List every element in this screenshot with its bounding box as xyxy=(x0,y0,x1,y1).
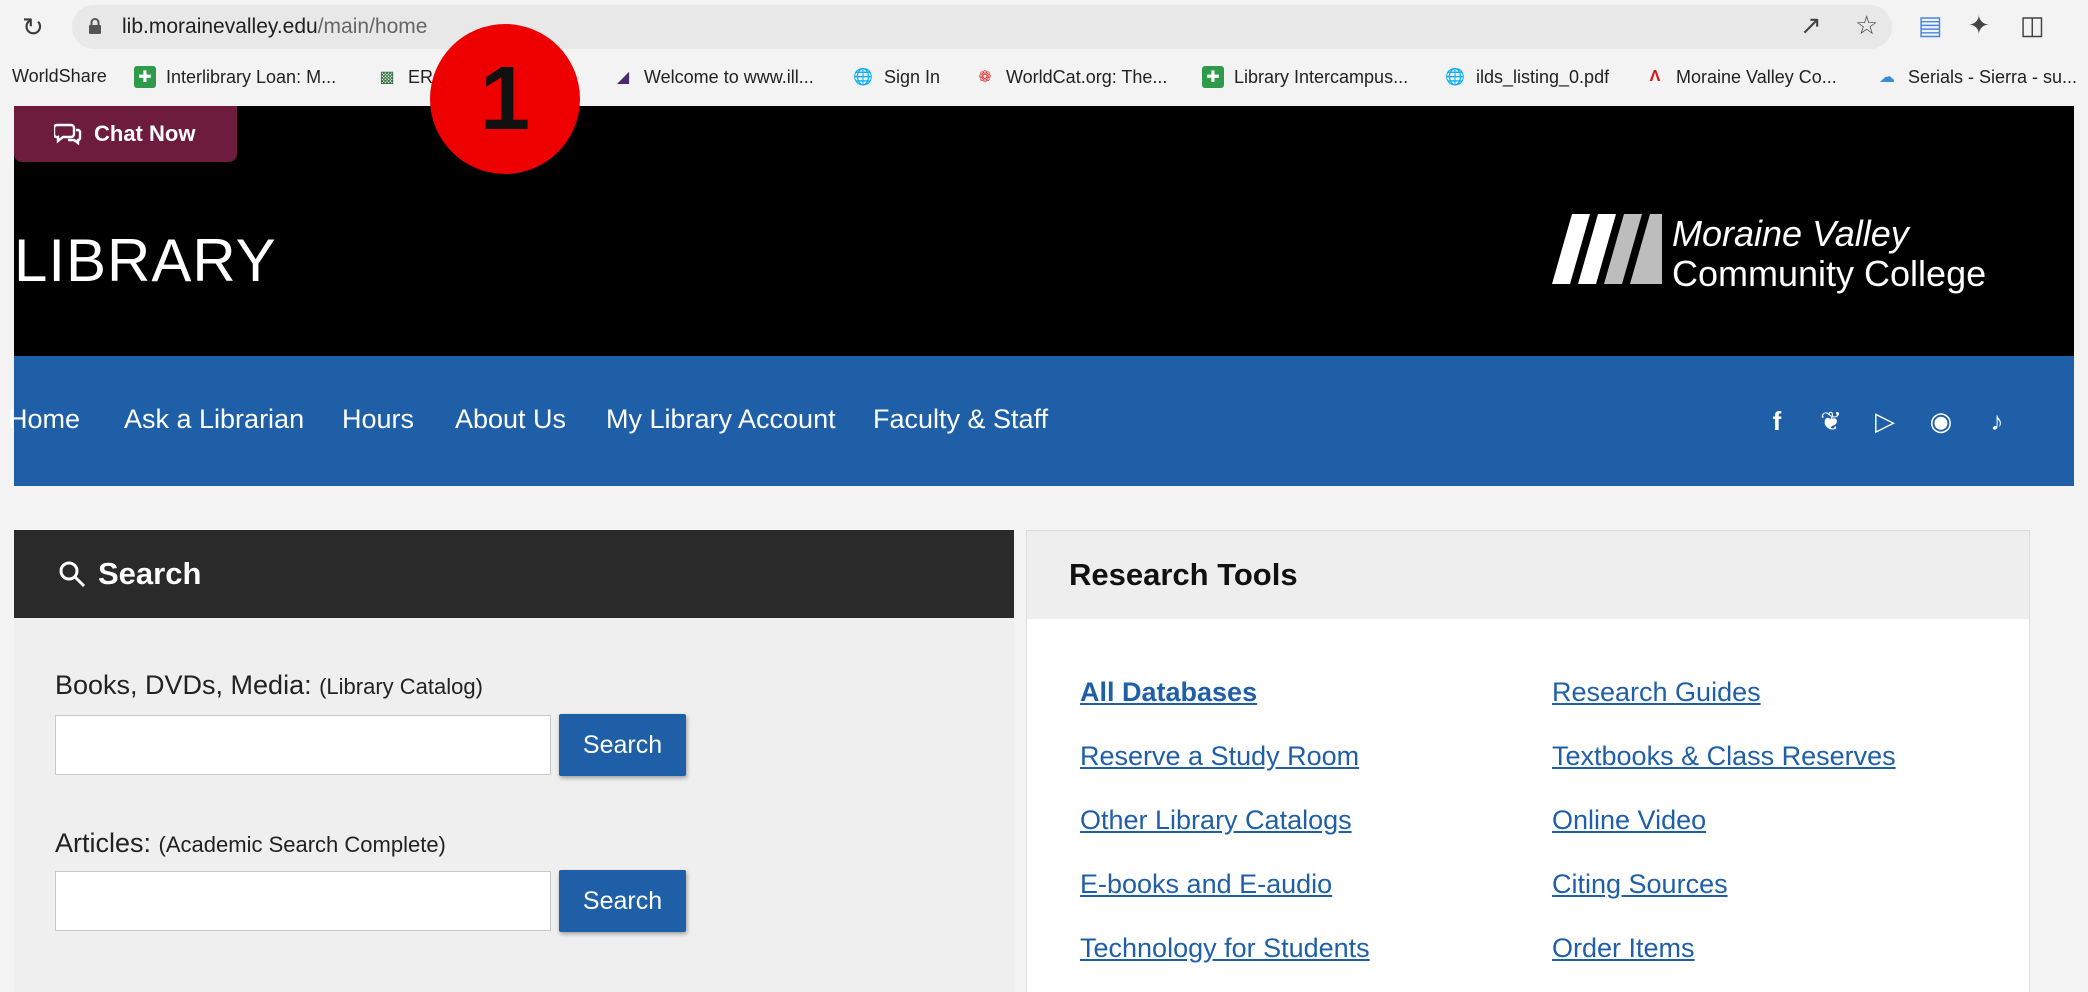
bookmarks-bar: WorldShare ✚ Interlibrary Loan: M... ▩ ER … xyxy=(0,58,2088,102)
document-icon[interactable]: ▤ xyxy=(1918,10,1943,41)
bookmark-erm[interactable]: ▩ ER xyxy=(376,66,433,88)
college-logo[interactable]: Moraine Valley Community College xyxy=(1552,214,2052,294)
research-tools-panel: Research Tools All Databases Reserve a S… xyxy=(1026,530,2030,992)
nav-hours[interactable]: Hours xyxy=(342,404,414,435)
articles-label-text: Articles: xyxy=(55,828,152,858)
facebook-icon[interactable]: f xyxy=(1762,406,1792,437)
cloud-icon: ☁ xyxy=(1879,69,1895,86)
worldcat-icon: ❁ xyxy=(978,69,992,86)
articles-label: Articles: (Academic Search Complete) xyxy=(55,828,446,859)
bookmark-label: Serials - Sierra - su... xyxy=(1908,66,2078,87)
link-order-items[interactable]: Order Items xyxy=(1552,933,1695,964)
search-heading-text: Search xyxy=(98,556,202,591)
bookmark-interlibrary-loan[interactable]: ✚ Interlibrary Loan: M... xyxy=(134,66,336,88)
url-field[interactable]: lib.morainevalley.edu/main/home xyxy=(72,5,1892,49)
bookmark-worldshare[interactable]: WorldShare xyxy=(12,66,107,87)
articles-search-input[interactable] xyxy=(55,871,551,931)
link-ebooks-eaudio[interactable]: E-books and E-audio xyxy=(1080,869,1332,900)
blocks-icon: ▩ xyxy=(379,69,395,86)
link-textbooks-class-reserves[interactable]: Textbooks & Class Reserves xyxy=(1552,741,1896,772)
nav-my-library-account[interactable]: My Library Account xyxy=(606,404,836,435)
nav-faculty-staff[interactable]: Faculty & Staff xyxy=(873,404,1048,435)
link-citing-sources[interactable]: Citing Sources xyxy=(1552,869,1728,900)
main-nav: Home Ask a Librarian Hours About Us My L… xyxy=(8,356,2074,486)
bookmark-label: ER xyxy=(408,66,434,87)
bookmark-welcome-ill[interactable]: ◢ Welcome to www.ill... xyxy=(612,66,814,88)
nav-home[interactable]: Home xyxy=(8,404,80,435)
nav-about-us[interactable]: About Us xyxy=(455,404,566,435)
globe-icon: 🌐 xyxy=(853,69,873,86)
bookmark-label: Library Intercampus... xyxy=(1234,66,1409,87)
reload-icon[interactable]: ↻ xyxy=(22,12,44,43)
logo-text: Moraine Valley Community College xyxy=(1672,214,1986,294)
bookmark-label: Welcome to www.ill... xyxy=(644,66,814,87)
logo-line-2: Community College xyxy=(1672,253,1987,294)
link-other-library-catalogs[interactable]: Other Library Catalogs xyxy=(1080,805,1352,836)
link-reserve-study-room[interactable]: Reserve a Study Room xyxy=(1080,741,1359,772)
books-label-sub: (Library Catalog) xyxy=(319,674,483,699)
search-icon xyxy=(59,561,86,588)
nav-ask-a-librarian[interactable]: Ask a Librarian xyxy=(124,404,304,435)
chat-bubbles-icon xyxy=(54,123,82,146)
url-text: lib.morainevalley.edu/main/home xyxy=(122,15,427,39)
step-number-marker: 1 xyxy=(430,24,580,174)
green-plus-icon: ✚ xyxy=(134,66,156,88)
url-domain: lib.morainevalley.edu xyxy=(122,15,318,38)
catalog-search-button[interactable]: Search xyxy=(559,714,686,776)
bookmark-label: Interlibrary Loan: M... xyxy=(166,66,337,87)
search-heading: Search xyxy=(14,530,1014,618)
bookmark-library-intercampus[interactable]: ✚ Library Intercampus... xyxy=(1202,66,1408,88)
globe-icon: 🌐 xyxy=(1445,69,1465,86)
link-technology-for-students[interactable]: Technology for Students xyxy=(1080,933,1370,964)
extensions-icon[interactable]: ✦ xyxy=(1968,10,1990,41)
browser-address-bar: ↻ lib.morainevalley.edu/main/home ↗ ☆ ▤ … xyxy=(0,0,2088,52)
bookmark-worldcat[interactable]: ❁ WorldCat.org: The... xyxy=(974,66,1167,88)
research-tools-heading: Research Tools xyxy=(1027,531,2029,619)
star-icon[interactable]: ☆ xyxy=(1855,10,1878,41)
books-label-text: Books, DVDs, Media: xyxy=(55,670,312,700)
mvcc-icon: Λ xyxy=(1649,68,1661,85)
green-plus-icon: ✚ xyxy=(1202,66,1224,88)
youtube-icon[interactable]: ▷ xyxy=(1870,406,1900,437)
bookmark-label: WorldCat.org: The... xyxy=(1006,66,1168,87)
site-header: Chat Now LIBRARY Moraine Valley Communit… xyxy=(14,106,2074,356)
triangle-icon: ◢ xyxy=(616,69,630,86)
instagram-icon[interactable]: ◉ xyxy=(1926,406,1956,437)
url-path: /main/home xyxy=(317,15,428,38)
chat-now-button[interactable]: Chat Now xyxy=(14,106,237,162)
mvcc-logo-icon xyxy=(1552,214,1662,284)
twitter-icon[interactable]: ❦ xyxy=(1816,406,1846,437)
tiktok-icon[interactable]: ♪ xyxy=(1982,406,2012,437)
link-research-guides[interactable]: Research Guides xyxy=(1552,677,1761,708)
bookmark-label: Sign In xyxy=(884,66,941,87)
bookmark-serials-sierra[interactable]: ☁ Serials - Sierra - su... xyxy=(1876,66,2077,88)
sidepanel-icon[interactable]: ◫ xyxy=(2020,10,2045,41)
articles-label-sub: (Academic Search Complete) xyxy=(158,832,446,857)
books-label: Books, DVDs, Media: (Library Catalog) xyxy=(55,670,483,701)
articles-search-button[interactable]: Search xyxy=(559,870,686,932)
bookmark-label: WorldShare xyxy=(12,66,107,86)
bookmark-ilds-listing[interactable]: 🌐 ilds_listing_0.pdf xyxy=(1444,66,1609,88)
link-online-video[interactable]: Online Video xyxy=(1552,805,1706,836)
logo-line-1: Moraine Valley xyxy=(1672,213,1909,254)
share-icon[interactable]: ↗ xyxy=(1800,10,1822,41)
catalog-search-input[interactable] xyxy=(55,715,551,775)
bookmark-sign-in[interactable]: 🌐 Sign In xyxy=(852,66,940,88)
bookmark-label: Moraine Valley Co... xyxy=(1676,66,1837,87)
link-all-databases[interactable]: All Databases xyxy=(1080,677,1257,708)
search-panel: Search Books, DVDs, Media: (Library Cata… xyxy=(14,530,1014,992)
bookmark-moraine-valley[interactable]: Λ Moraine Valley Co... xyxy=(1644,66,1837,88)
bookmark-label: ilds_listing_0.pdf xyxy=(1476,66,1610,87)
page-title: LIBRARY xyxy=(14,227,277,294)
chat-now-label: Chat Now xyxy=(94,121,196,146)
lock-icon xyxy=(89,18,101,34)
